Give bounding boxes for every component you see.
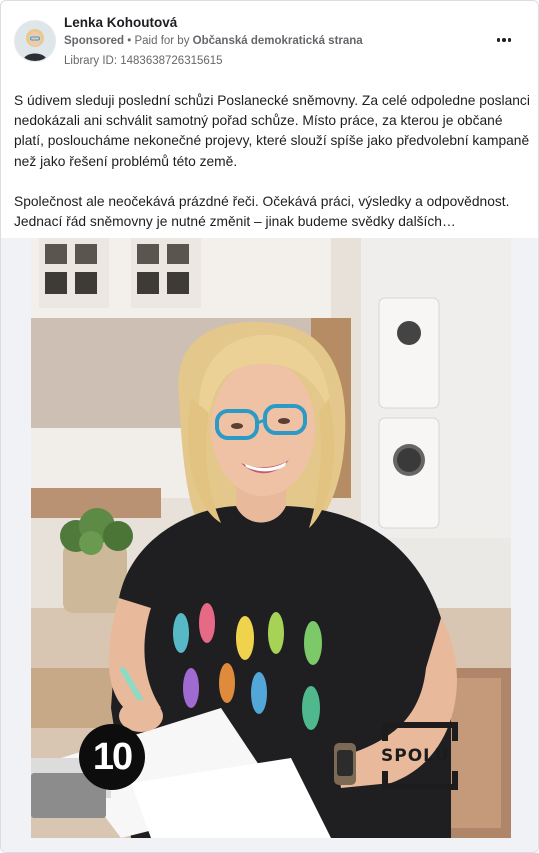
more-dots-icon: [496, 38, 501, 42]
paid-for-prefix: • Paid for by: [124, 35, 193, 47]
ad-media[interactable]: 10 SPOLU: [1, 238, 538, 852]
sponsored-line: Sponsored • Paid for by Občanská demokra…: [64, 35, 363, 47]
ad-header: Lenka Kohoutová Sponsored • Paid for by …: [1, 1, 538, 81]
library-id: Library ID: 1483638726315615: [64, 55, 223, 67]
more-options-button[interactable]: [494, 31, 514, 49]
ad-paragraph-1: S údivem sleduji poslední schůzi Poslane…: [14, 93, 530, 169]
avatar[interactable]: [14, 20, 56, 62]
ad-paragraph-2: Společnost ale neočekává prázdné řeči. O…: [14, 193, 510, 230]
ad-card: Lenka Kohoutová Sponsored • Paid for by …: [0, 0, 539, 853]
author-name[interactable]: Lenka Kohoutová: [64, 15, 177, 30]
payer-name[interactable]: Občanská demokratická strana: [193, 35, 363, 47]
ad-body: S údivem sleduji poslední schůzi Poslane…: [14, 91, 530, 252]
ad-photo[interactable]: 10 SPOLU: [31, 238, 511, 838]
spolu-logo-text: SPOLU: [381, 746, 450, 766]
candidate-number-badge: 10: [79, 724, 145, 790]
sponsored-label: Sponsored: [64, 35, 125, 47]
